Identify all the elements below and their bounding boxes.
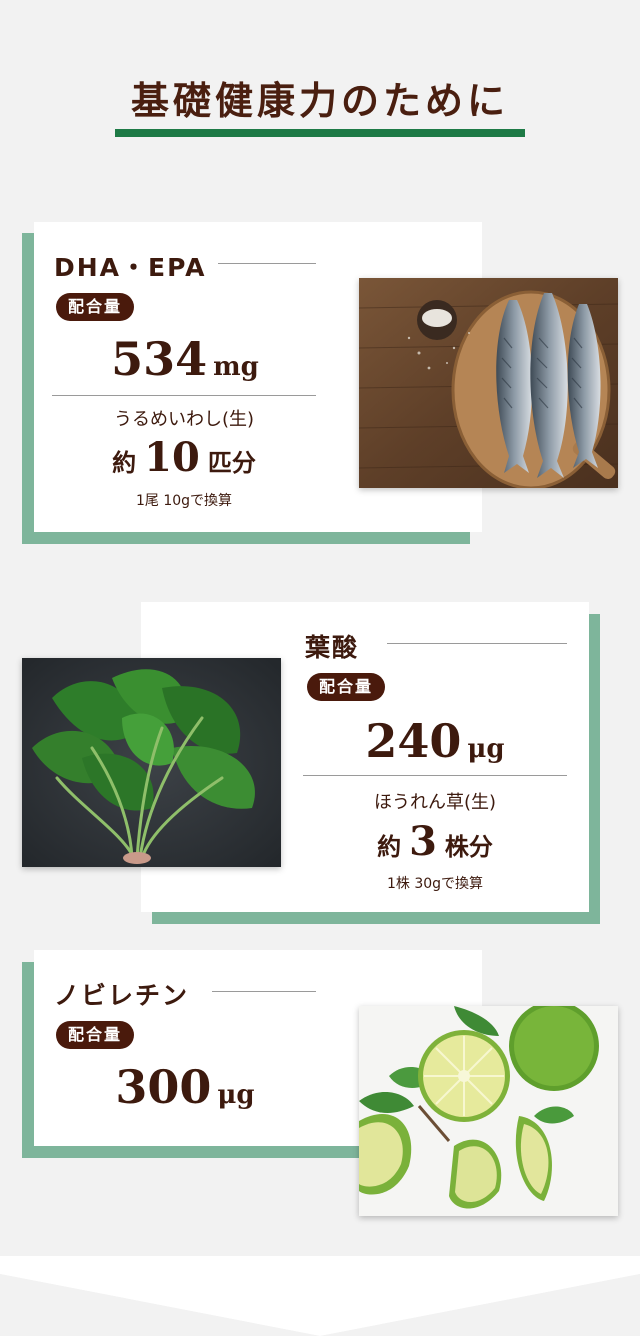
food-name: うるめいわし(生): [113, 409, 255, 430]
amount-number: 240: [365, 714, 462, 768]
card-title: ノビレチン: [54, 981, 190, 1010]
title-rule: [218, 263, 316, 264]
amount-unit: μg: [467, 734, 505, 764]
title-rule: [212, 991, 316, 992]
amount-unit: mg: [213, 352, 259, 382]
equivalent-suffix: 株分: [444, 833, 493, 861]
card-title: 葉酸: [305, 633, 360, 662]
card-title: DHA・EPA: [54, 253, 207, 282]
equivalent-prefix: 約: [377, 833, 402, 861]
amount-value: 534 mg: [54, 332, 316, 386]
amount-divider: [303, 775, 567, 776]
amount-value: 240 μg: [303, 714, 567, 768]
equivalent-number: 3: [409, 818, 437, 865]
conversion-note: 1尾 10gで換算: [135, 493, 233, 509]
equivalent-number: 10: [144, 434, 200, 481]
amount-badge: 配合量: [56, 293, 135, 321]
amount-number: 534: [111, 332, 208, 386]
title-rule: [387, 643, 567, 644]
fish-on-cutting-board-photo: [359, 278, 618, 488]
section-heading: 基礎健康力のために: [130, 79, 509, 123]
equivalent-suffix: 匹分: [207, 449, 256, 477]
amount-divider: [52, 395, 316, 396]
amount-badge: 配合量: [56, 1021, 135, 1049]
amount-number: 300: [115, 1060, 212, 1114]
equivalent-amount: 約 10 匹分: [52, 434, 316, 481]
conversion-note: 1株 30gで換算: [386, 876, 484, 892]
amount-unit: μg: [217, 1080, 255, 1110]
equivalent-amount: 約 3 株分: [303, 818, 567, 865]
bottom-arrow-shape: [0, 1256, 640, 1336]
heading-underline: [115, 129, 525, 137]
lime-and-mint-photo: [359, 1006, 618, 1216]
food-name: ほうれん草(生): [373, 792, 497, 813]
spinach-photo: [22, 658, 281, 867]
amount-value: 300 μg: [54, 1060, 316, 1114]
equivalent-prefix: 約: [112, 449, 137, 477]
amount-badge: 配合量: [307, 673, 386, 701]
